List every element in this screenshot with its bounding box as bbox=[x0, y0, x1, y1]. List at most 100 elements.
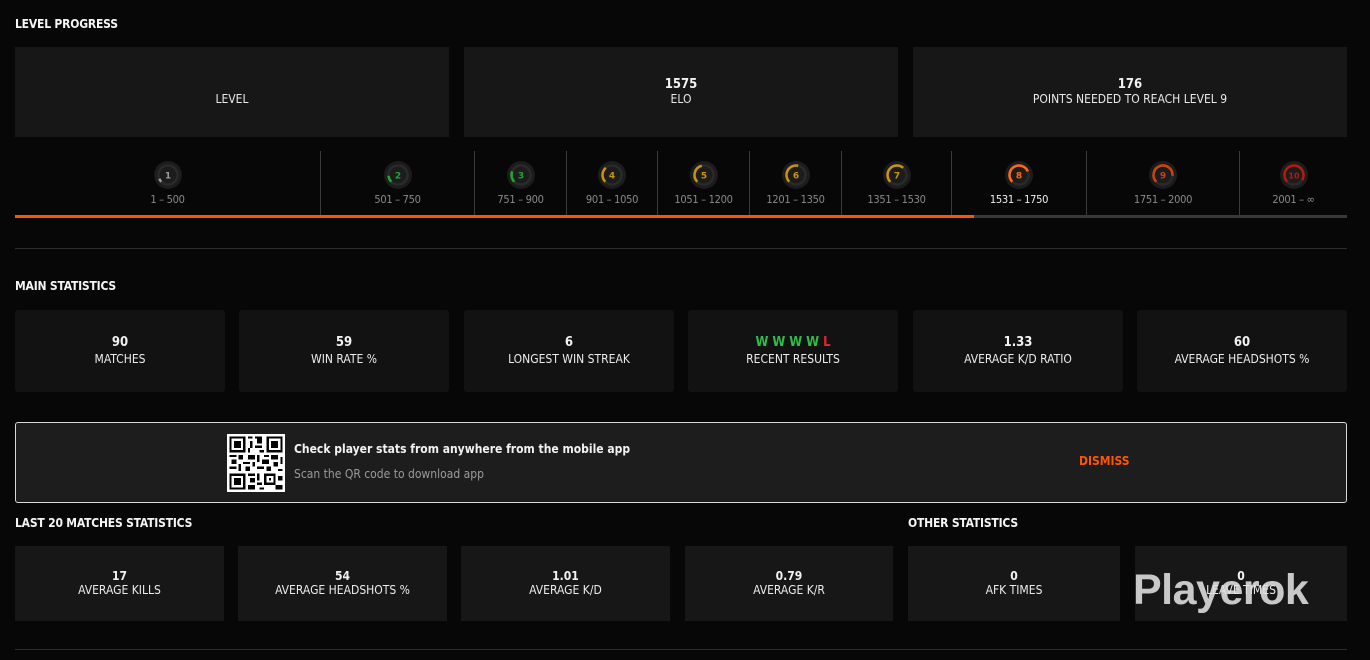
level-track: 1 1 – 500 2 501 – 750 3 751 – 900 4 901 – 1050 5… bbox=[15, 151, 1347, 219]
stat-value: 0 bbox=[1010, 569, 1018, 583]
level-range: 1201 – 1350 bbox=[766, 193, 825, 206]
level-range: 1 – 500 bbox=[150, 193, 185, 206]
stat-card-win-rate: 59 WIN RATE % bbox=[239, 310, 449, 392]
mobile-app-banner: Check player stats from anywhere from th… bbox=[15, 422, 1347, 503]
stat-label: AFK TIMES bbox=[985, 583, 1043, 597]
stat-value: 0 bbox=[1237, 569, 1245, 583]
level-3: 3 751 – 900 bbox=[474, 151, 566, 215]
level-range: 1051 – 1200 bbox=[674, 193, 733, 206]
level-9: 9 1751 – 2000 bbox=[1086, 151, 1239, 215]
stat-label: LONGEST WIN STREAK bbox=[508, 352, 630, 366]
stat-card-recent-results: WWWWL RECENT RESULTS bbox=[688, 310, 898, 392]
level-range: 501 – 750 bbox=[374, 193, 421, 206]
stat-value: 1.33 bbox=[1003, 335, 1033, 350]
svg-text:8: 8 bbox=[1016, 172, 1022, 182]
level-range: 751 – 900 bbox=[497, 193, 544, 206]
level-progress-title: LEVEL PROGRESS bbox=[15, 17, 118, 31]
svg-text:3: 3 bbox=[517, 172, 523, 182]
stat-label: AVERAGE K/R bbox=[753, 583, 825, 597]
level-range: 1531 – 1750 bbox=[989, 193, 1049, 206]
stat-value: 0.79 bbox=[775, 569, 803, 583]
stat-label: RECENT RESULTS bbox=[746, 352, 840, 366]
level-badge-icon: 4 bbox=[598, 161, 626, 189]
result-loss: L bbox=[823, 335, 831, 350]
level-badge-icon: 5 bbox=[689, 161, 718, 189]
other-card-leave-times: 0 LEAVE TIMES bbox=[1135, 546, 1347, 621]
level-7: 7 1351 – 1530 bbox=[841, 151, 951, 215]
level-6: 6 1201 – 1350 bbox=[749, 151, 841, 215]
points-needed-label: POINTS NEEDED TO REACH LEVEL 9 bbox=[1032, 92, 1228, 106]
svg-text:6: 6 bbox=[792, 172, 798, 182]
level-badge-icon: 8 bbox=[1005, 161, 1033, 189]
stat-label: AVERAGE K/D bbox=[529, 583, 602, 597]
level-range: 901 – 1050 bbox=[585, 193, 639, 206]
svg-text:10: 10 bbox=[1288, 172, 1300, 181]
svg-text:5: 5 bbox=[700, 172, 706, 182]
svg-text:7: 7 bbox=[893, 172, 899, 182]
level-1: 1 1 – 500 bbox=[15, 151, 320, 215]
last20-card-average-kills: 17 AVERAGE KILLS bbox=[15, 546, 224, 621]
level-5: 5 1051 – 1200 bbox=[657, 151, 749, 215]
level-range: 1351 – 1530 bbox=[867, 193, 926, 206]
stat-value: 90 bbox=[111, 335, 129, 350]
level-8: 8 1531 – 1750 bbox=[951, 151, 1086, 215]
dismiss-button[interactable]: DISMISS bbox=[1079, 454, 1130, 468]
stat-label: MATCHES bbox=[94, 352, 146, 366]
level-badge-icon: 3 bbox=[506, 161, 535, 189]
stat-card-matches: 90 MATCHES bbox=[15, 310, 225, 392]
last-20-matches-title: LAST 20 MATCHES STATISTICS bbox=[15, 516, 193, 530]
svg-text:9: 9 bbox=[1160, 172, 1166, 182]
elo-label: ELO bbox=[670, 92, 692, 106]
stat-value: 6 bbox=[564, 335, 574, 350]
other-statistics-title: OTHER STATISTICS bbox=[908, 516, 1018, 530]
level-track-fill bbox=[15, 215, 975, 218]
level-label: LEVEL bbox=[215, 92, 249, 106]
recent-results-list: WWWWL bbox=[755, 334, 830, 351]
points-needed-card: 176 POINTS NEEDED TO REACH LEVEL 9 bbox=[913, 47, 1347, 137]
stat-card-headshots: 60 AVERAGE HEADSHOTS % bbox=[1137, 310, 1347, 392]
stat-label: WIN RATE % bbox=[311, 352, 377, 366]
banner-subtext: Scan the QR code to download app bbox=[294, 467, 484, 481]
last20-card-average-kd: 1.01 AVERAGE K/D bbox=[461, 546, 670, 621]
stat-value: 1.01 bbox=[552, 569, 579, 583]
level-badge-icon: 10 bbox=[1279, 161, 1308, 189]
qr-code-icon bbox=[227, 434, 285, 492]
banner-headline: Check player stats from anywhere from th… bbox=[294, 442, 631, 456]
main-statistics-title: MAIN STATISTICS bbox=[15, 279, 116, 293]
level-badge-icon: 9 bbox=[1149, 161, 1177, 189]
elo-value: 1575 bbox=[664, 77, 698, 92]
result-win: W bbox=[772, 335, 786, 350]
stat-label: AVERAGE HEADSHOTS % bbox=[275, 583, 410, 597]
level-badge-icon: 6 bbox=[781, 161, 810, 189]
level-range: 2001 – ∞ bbox=[1272, 193, 1315, 206]
svg-text:2: 2 bbox=[394, 172, 400, 182]
level-badge-icon: 2 bbox=[383, 161, 412, 189]
divider bbox=[15, 248, 1347, 249]
stat-value: 17 bbox=[111, 569, 128, 583]
stat-label: LEAVE TIMES bbox=[1206, 583, 1276, 597]
stat-card-kd-ratio: 1.33 AVERAGE K/D RATIO bbox=[913, 310, 1123, 392]
other-card-afk-times: 0 AFK TIMES bbox=[908, 546, 1120, 621]
last20-card-average-kr: 0.79 AVERAGE K/R bbox=[685, 546, 893, 621]
level-card: LEVEL bbox=[15, 47, 449, 137]
level-4: 4 901 – 1050 bbox=[566, 151, 657, 215]
level-badge-icon: 1 bbox=[153, 161, 182, 189]
last20-card-average-headshots: 54 AVERAGE HEADSHOTS % bbox=[238, 546, 447, 621]
level-range: 1751 – 2000 bbox=[1133, 193, 1193, 206]
stat-card-longest-win-streak: 6 LONGEST WIN STREAK bbox=[464, 310, 674, 392]
stat-value: 59 bbox=[335, 335, 353, 350]
points-needed-value: 176 bbox=[1117, 77, 1143, 92]
elo-card: 1575 ELO bbox=[464, 47, 898, 137]
stat-label: AVERAGE K/D RATIO bbox=[964, 352, 1072, 366]
result-win: W bbox=[806, 335, 820, 350]
svg-text:1: 1 bbox=[164, 172, 170, 182]
svg-text:4: 4 bbox=[609, 172, 615, 182]
stat-label: AVERAGE KILLS bbox=[78, 583, 161, 597]
divider bbox=[15, 649, 1347, 650]
stat-value: 60 bbox=[1233, 335, 1251, 350]
level-badge-icon: 7 bbox=[882, 161, 911, 189]
level-10: 10 2001 – ∞ bbox=[1239, 151, 1347, 215]
level-2: 2 501 – 750 bbox=[320, 151, 474, 215]
result-win: W bbox=[755, 335, 769, 350]
result-win: W bbox=[789, 335, 803, 350]
